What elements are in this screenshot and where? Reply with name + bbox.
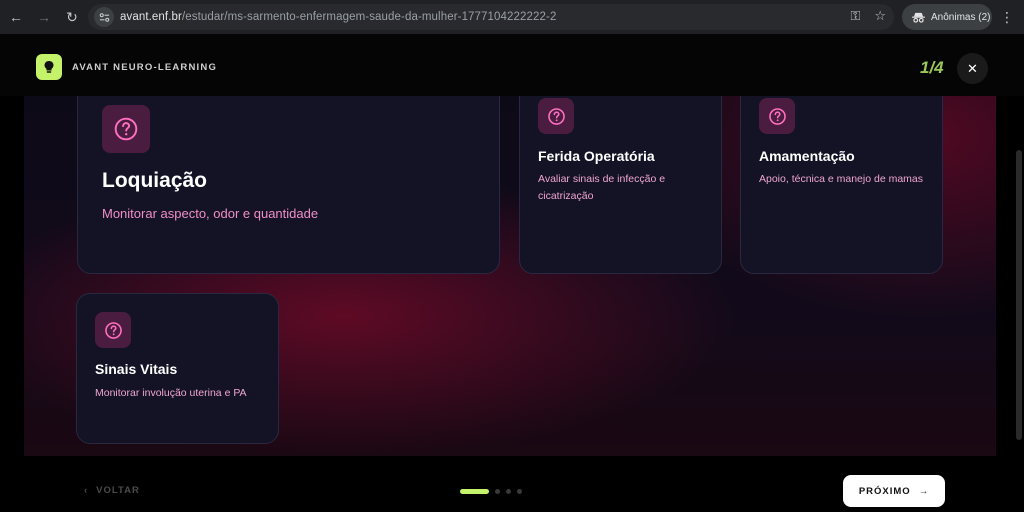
card-description: Apoio, técnica e manejo de mamas (759, 173, 924, 185)
browser-toolbar: ← → ↻ avant.enf.br/estudar/ms-sarmento-e… (0, 0, 1024, 34)
close-button[interactable]: ✕ (957, 53, 988, 84)
topic-cards-area: Loquiação Monitorar aspecto, odor e quan… (24, 96, 996, 456)
star-icon[interactable]: ☆ (874, 8, 886, 24)
forward-arrow-icon[interactable]: → (32, 5, 56, 29)
chevron-left-icon: ‹ (84, 485, 89, 496)
address-bar[interactable]: avant.enf.br/estudar/ms-sarmento-enferma… (88, 4, 894, 30)
incognito-icon (912, 12, 925, 23)
card-loquiacao[interactable]: Loquiação Monitorar aspecto, odor e quan… (77, 96, 500, 274)
step-dot-active (460, 489, 489, 494)
browser-menu-icon[interactable]: ⋮ (1000, 7, 1014, 27)
back-arrow-icon[interactable]: ← (4, 5, 28, 29)
incognito-label: Anônimas (2) (931, 11, 991, 23)
url-text: avant.enf.br/estudar/ms-sarmento-enferma… (120, 11, 557, 23)
footer-navigation: ‹ VOLTAR PRÓXIMO → (0, 456, 1024, 512)
reload-icon[interactable]: ↻ (60, 5, 84, 29)
card-ferida-operatoria[interactable]: Ferida Operatória Avaliar sinais de infe… (519, 96, 722, 274)
progress-counter: 1/4 (920, 58, 944, 77)
card-sinais-vitais[interactable]: Sinais Vitais Monitorar involução uterin… (76, 293, 279, 444)
card-description: Avaliar sinais de infecção e cicatrizaçã… (538, 173, 666, 202)
next-label: PRÓXIMO (858, 485, 911, 497)
step-indicator (460, 489, 522, 494)
question-icon (102, 105, 150, 153)
next-button[interactable]: PRÓXIMO → (843, 475, 945, 507)
incognito-badge[interactable]: Anônimas (2) (902, 4, 992, 30)
step-dot (506, 489, 511, 494)
card-description: Monitorar involução uterina e PA (95, 387, 247, 399)
card-description: Monitorar aspecto, odor e quantidade (102, 206, 319, 221)
brand-name: AVANT NEURO-LEARNING (72, 62, 218, 73)
question-icon (95, 312, 131, 348)
step-dot (495, 489, 500, 494)
app-header: AVANT NEURO-LEARNING 1/4 ✕ (0, 34, 1024, 96)
card-amamentacao[interactable]: Amamentação Apoio, técnica e manejo de m… (740, 96, 943, 274)
arrow-right-icon: → (918, 485, 930, 497)
question-icon (538, 98, 574, 134)
key-icon[interactable]: ⚿ (850, 8, 860, 24)
back-button[interactable]: ‹ VOLTAR (84, 485, 140, 496)
page-scrollbar[interactable] (1016, 150, 1022, 440)
step-dot (517, 489, 522, 494)
card-title: Amamentação (759, 148, 855, 164)
site-info-icon[interactable] (94, 7, 114, 27)
lightbulb-logo-icon (36, 54, 62, 80)
card-title: Ferida Operatória (538, 148, 655, 164)
question-icon (759, 98, 795, 134)
card-title: Loquiação (102, 169, 208, 192)
card-title: Sinais Vitais (95, 361, 178, 377)
back-label: VOLTAR (96, 485, 140, 496)
close-icon: ✕ (967, 60, 978, 76)
